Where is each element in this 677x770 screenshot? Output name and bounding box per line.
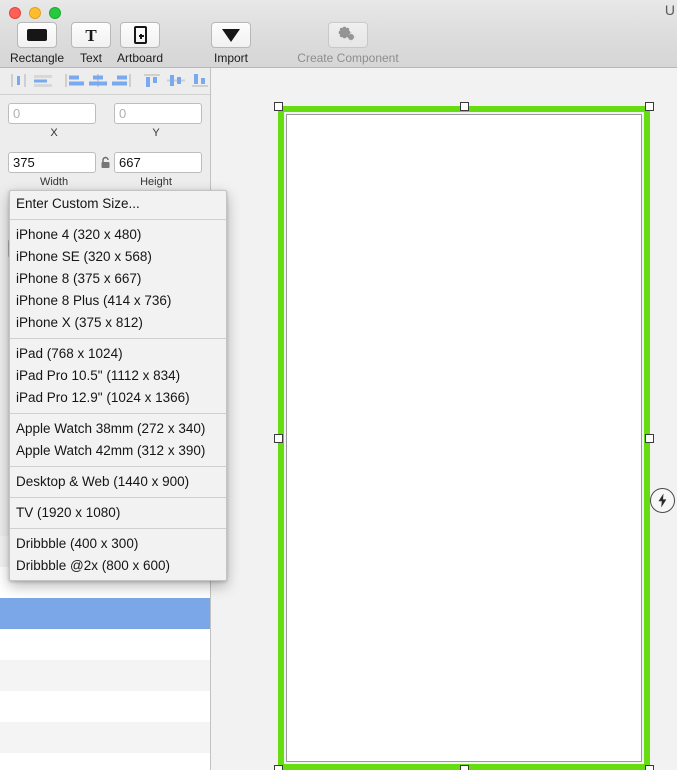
menu-item-iphone-x[interactable]: iPhone X (375 x 812)	[10, 312, 226, 334]
window-right-letter: U	[664, 2, 675, 18]
menu-separator	[10, 219, 226, 220]
component-gears-icon	[338, 27, 358, 43]
close-button[interactable]	[9, 7, 21, 19]
zoom-button[interactable]	[49, 7, 61, 19]
rectangle-button[interactable]	[17, 22, 57, 48]
import-icon	[222, 28, 240, 42]
menu-item-dribbble[interactable]: Dribbble (400 x 300)	[10, 533, 226, 555]
artboard-icon	[133, 26, 147, 44]
app-window: Rectangle T Text Artboard Import Create …	[0, 0, 677, 770]
canvas-area[interactable]	[211, 68, 677, 770]
menu-separator	[10, 466, 226, 467]
list-item[interactable]	[0, 753, 210, 770]
rectangle-icon	[27, 29, 47, 41]
list-item[interactable]	[0, 691, 210, 722]
menu-item-ipad-pro-129[interactable]: iPad Pro 12.9" (1024 x 1366)	[10, 387, 226, 409]
size-presets-popup[interactable]: Enter Custom Size... iPhone 4 (320 x 480…	[9, 190, 227, 581]
aspect-lock-icon[interactable]	[100, 156, 111, 174]
x-label: X	[50, 127, 58, 139]
resize-handle-middle-right[interactable]	[645, 433, 654, 443]
menu-item-custom-size[interactable]: Enter Custom Size...	[10, 193, 226, 215]
list-item[interactable]	[0, 660, 210, 691]
width-label: Width	[39, 176, 69, 188]
align-horizontal-distribute-icon[interactable]	[32, 73, 54, 88]
toolbar-import[interactable]: Import	[194, 22, 268, 65]
align-middle-vertical-icon[interactable]	[165, 73, 187, 88]
menu-item-ipad-pro-105[interactable]: iPad Pro 10.5" (1112 x 834)	[10, 365, 226, 387]
toolbar-artboard[interactable]: Artboard	[103, 22, 177, 65]
menu-item-ipad[interactable]: iPad (768 x 1024)	[10, 343, 226, 365]
align-center-horizontal-icon[interactable]	[87, 73, 109, 88]
list-item[interactable]	[0, 722, 210, 753]
menu-item-tv[interactable]: TV (1920 x 1080)	[10, 502, 226, 524]
width-input[interactable]: 375	[8, 152, 96, 173]
menu-separator	[10, 338, 226, 339]
align-right-icon[interactable]	[111, 73, 133, 88]
y-label: Y	[152, 127, 160, 139]
resize-handle-top-right[interactable]	[645, 102, 654, 111]
align-vertical-left-icon[interactable]	[8, 73, 30, 88]
menu-item-iphone-se[interactable]: iPhone SE (320 x 568)	[10, 246, 226, 268]
list-item[interactable]	[0, 598, 210, 629]
window-controls	[9, 7, 61, 19]
menu-item-desktop-web[interactable]: Desktop & Web (1440 x 900)	[10, 471, 226, 493]
toolbar-artboard-label: Artboard	[116, 51, 164, 65]
menu-item-iphone-8[interactable]: iPhone 8 (375 x 667)	[10, 268, 226, 290]
menu-separator	[10, 497, 226, 498]
main-toolbar: Rectangle T Text Artboard Import Create …	[0, 0, 677, 68]
resize-handle-top-center[interactable]	[459, 102, 469, 111]
align-bottom-icon[interactable]	[189, 73, 211, 88]
resize-handle-middle-left[interactable]	[274, 433, 283, 443]
alignment-toolbar	[0, 68, 210, 95]
create-component-button[interactable]	[328, 22, 368, 48]
toolbar-create-component[interactable]: Create Component	[297, 22, 399, 65]
menu-item-apple-watch-42[interactable]: Apple Watch 42mm (312 x 390)	[10, 440, 226, 462]
menu-item-apple-watch-38[interactable]: Apple Watch 38mm (272 x 340)	[10, 418, 226, 440]
align-left-icon[interactable]	[63, 73, 85, 88]
menu-item-dribbble-2x[interactable]: Dribbble @2x (800 x 600)	[10, 555, 226, 577]
menu-separator	[10, 413, 226, 414]
menu-item-iphone-8-plus[interactable]: iPhone 8 Plus (414 x 736)	[10, 290, 226, 312]
x-input[interactable]: 0	[8, 103, 96, 124]
artboard-canvas[interactable]	[286, 114, 642, 762]
artboard-selection[interactable]	[274, 102, 654, 770]
menu-item-iphone-4[interactable]: iPhone 4 (320 x 480)	[10, 224, 226, 246]
minimize-button[interactable]	[29, 7, 41, 19]
import-button[interactable]	[211, 22, 251, 48]
y-input[interactable]: 0	[114, 103, 202, 124]
resize-handle-bottom-right[interactable]	[645, 765, 654, 770]
text-icon: T	[85, 25, 97, 45]
height-label: Height	[140, 176, 172, 188]
lightning-bolt-icon[interactable]	[650, 488, 675, 513]
toolbar-create-component-label: Create Component	[297, 51, 399, 65]
list-item[interactable]	[0, 629, 210, 660]
resize-handle-top-left[interactable]	[274, 102, 283, 111]
height-input[interactable]: 667	[114, 152, 202, 173]
toolbar-import-label: Import	[213, 51, 248, 65]
align-top-icon[interactable]	[141, 73, 163, 88]
artboard-button[interactable]	[120, 22, 160, 48]
menu-separator	[10, 528, 226, 529]
resize-handle-bottom-left[interactable]	[274, 765, 283, 770]
resize-handle-bottom-center[interactable]	[459, 765, 469, 770]
